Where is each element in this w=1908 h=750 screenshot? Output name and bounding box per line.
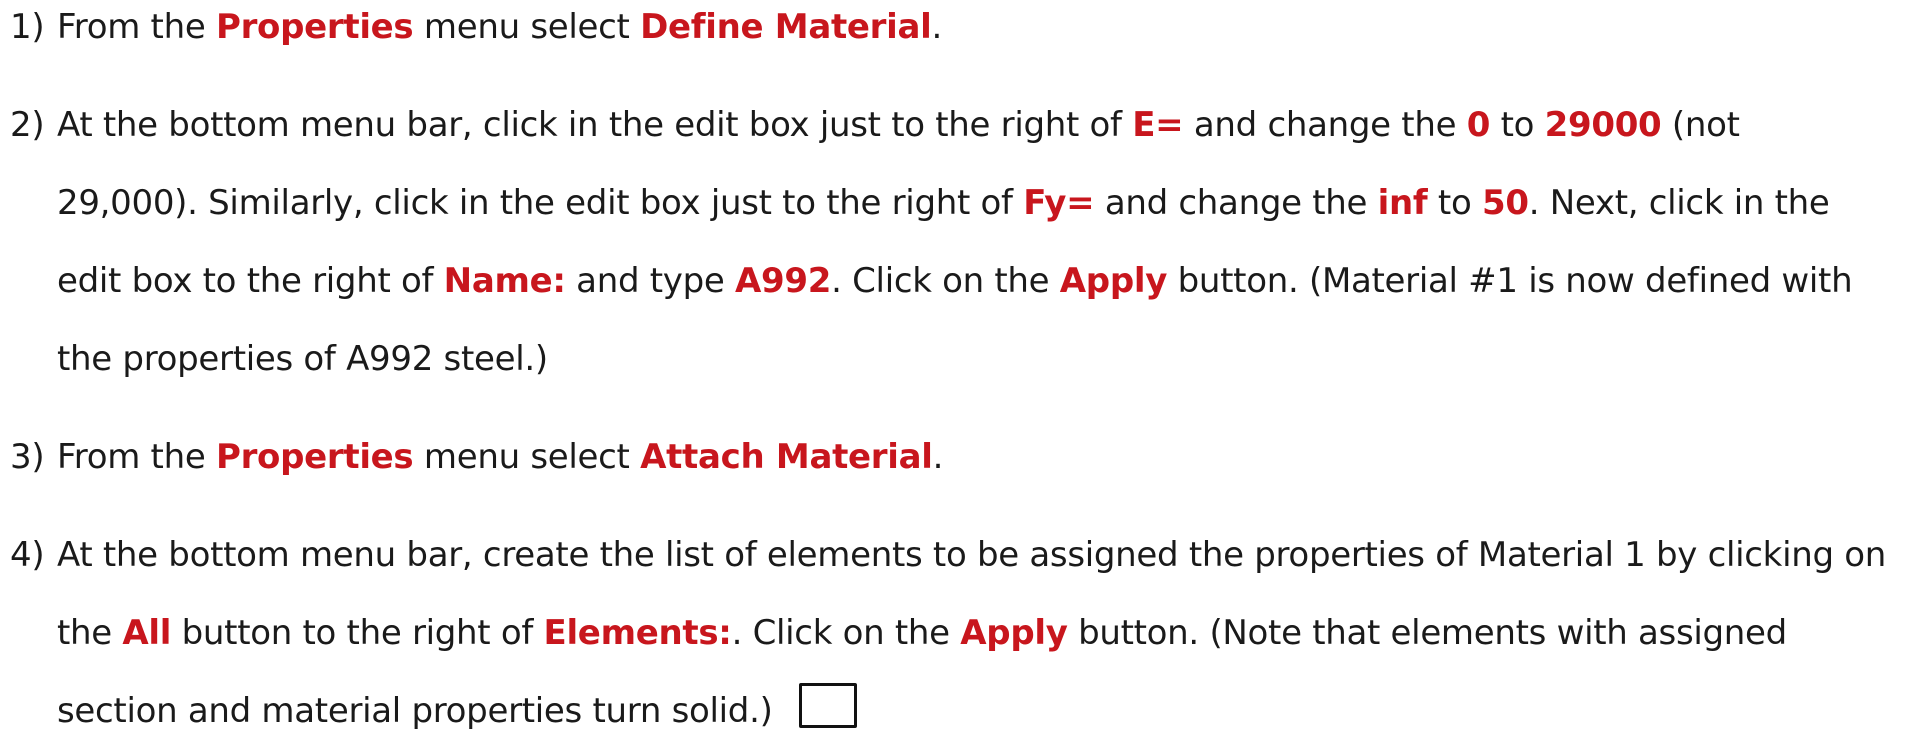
- text-run: From the: [57, 437, 216, 477]
- keyword-a992: A992: [735, 261, 832, 301]
- keyword-name: Name:: [443, 261, 566, 301]
- text-run: to: [1490, 105, 1545, 145]
- text-run: . Click on the: [731, 613, 961, 653]
- keyword-apply: Apply: [1059, 261, 1168, 301]
- text-run: and type: [565, 261, 735, 301]
- text-run: menu select: [413, 7, 641, 47]
- text-run: .: [932, 437, 944, 477]
- keyword-properties: Properties: [215, 7, 414, 47]
- text-run: menu select: [413, 437, 641, 477]
- step-1: 1) From the Properties menu select Defin…: [10, 0, 1890, 66]
- step-text: From the Properties menu select Define M…: [57, 7, 942, 47]
- keyword-elements: Elements:: [543, 613, 732, 653]
- text-run: .: [931, 7, 943, 47]
- text-run: From the: [57, 7, 216, 47]
- step-number: 2): [10, 105, 45, 145]
- step-number: 4): [10, 535, 45, 575]
- keyword-define-material: Define Material: [640, 7, 932, 47]
- step-number: 3): [10, 437, 45, 477]
- keyword-properties: Properties: [215, 437, 414, 477]
- step-3: 3) From the Properties menu select Attac…: [10, 418, 1890, 496]
- instructions-document: 1) From the Properties menu select Defin…: [0, 0, 1908, 731]
- step-4: 4) At the bottom menu bar, create the li…: [10, 516, 1890, 750]
- text-run: to: [1427, 183, 1482, 223]
- keyword-fy: Fy=: [1023, 183, 1095, 223]
- step-text: At the bottom menu bar, create the list …: [57, 535, 1886, 731]
- keyword-apply: Apply: [960, 613, 1068, 653]
- step-2: 2) At the bottom menu bar, click in the …: [10, 86, 1890, 398]
- keyword-e: E=: [1132, 105, 1184, 145]
- text-run: and change the: [1183, 105, 1467, 145]
- keyword-all: All: [122, 613, 172, 653]
- keyword-50: 50: [1481, 183, 1529, 223]
- keyword-zero: 0: [1466, 105, 1491, 145]
- text-run: . Click on the: [831, 261, 1060, 301]
- completion-checkbox[interactable]: [798, 683, 857, 728]
- keyword-attach-material: Attach Material: [640, 437, 933, 477]
- step-text: From the Properties menu select Attach M…: [57, 437, 943, 477]
- step-number: 1): [10, 7, 45, 47]
- text-run: button to the right of: [171, 613, 544, 653]
- text-run: At the bottom menu bar, click in the edi…: [57, 105, 1133, 145]
- step-text: At the bottom menu bar, click in the edi…: [57, 105, 1853, 379]
- keyword-29000: 29000: [1544, 105, 1662, 145]
- keyword-inf: inf: [1377, 183, 1428, 223]
- text-run: and change the: [1094, 183, 1378, 223]
